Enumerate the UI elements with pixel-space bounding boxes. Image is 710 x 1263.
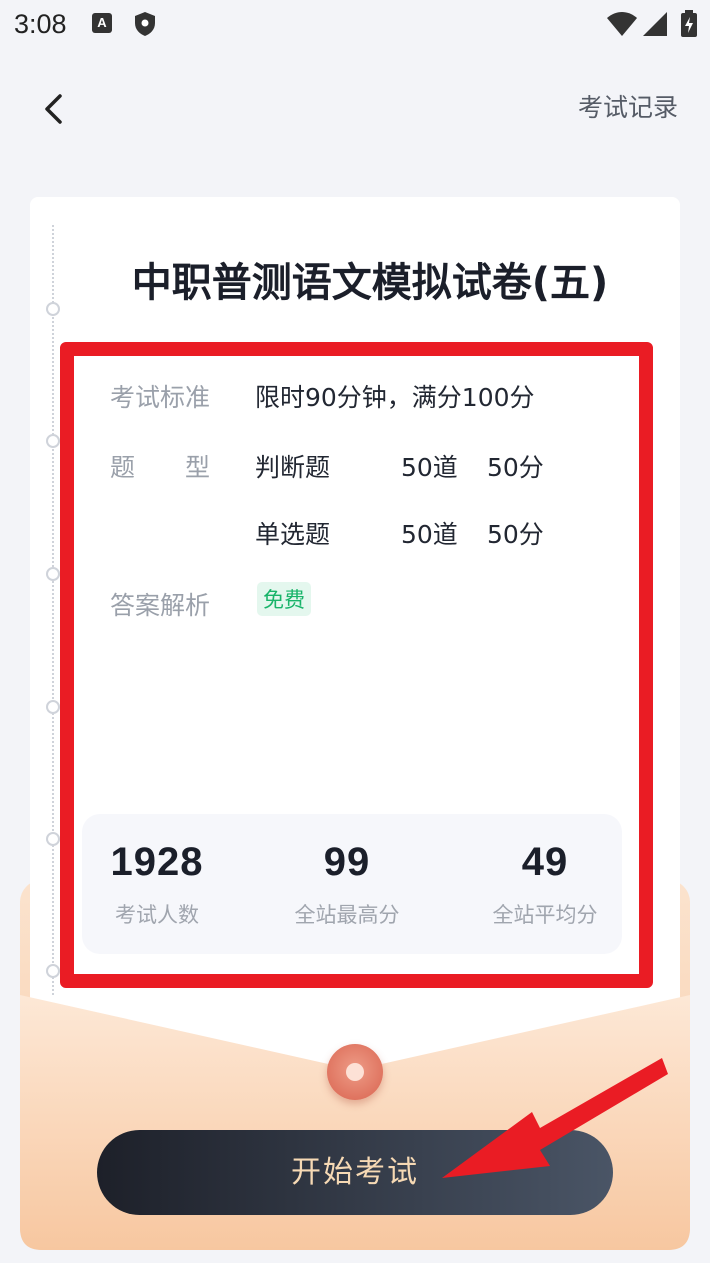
stat-value: 1928 — [110, 840, 204, 884]
header: 考试记录 — [0, 60, 710, 150]
free-badge: 免费 — [257, 582, 311, 616]
stat-value: 99 — [323, 840, 371, 884]
stat-highest-score: 99 全站最高分 — [257, 814, 437, 929]
chevron-left-icon — [45, 94, 62, 124]
exam-card — [30, 197, 680, 1102]
start-exam-button[interactable]: 开始考试 — [97, 1130, 613, 1215]
stats-panel: 1928 考试人数 99 全站最高分 49 全站平均分 — [82, 814, 622, 954]
standard-value: 限时90分钟，满分100分 — [255, 383, 535, 412]
envelope-seal — [327, 1044, 383, 1100]
stat-value: 49 — [521, 840, 569, 884]
timeline-dot — [46, 700, 60, 714]
timeline-dot — [46, 302, 60, 316]
a-notification-icon: A — [92, 13, 112, 33]
seal-center — [346, 1063, 364, 1081]
timeline-dot — [46, 964, 60, 978]
question-type-score: 50分 — [487, 453, 544, 482]
question-type-name: 判断题 — [255, 453, 331, 482]
wifi-icon — [607, 12, 637, 36]
stat-participants: 1928 考试人数 — [67, 814, 247, 929]
battery-icon — [681, 10, 697, 37]
stat-label: 全站最高分 — [294, 903, 400, 927]
timeline-dot — [46, 434, 60, 448]
paper-title: 中职普测语文模拟试卷(五) — [131, 260, 609, 306]
status-bar: 3:08 A — [0, 0, 710, 50]
timeline-dot — [46, 567, 60, 581]
exam-record-link[interactable]: 考试记录 — [578, 88, 678, 124]
timeline-dot — [46, 832, 60, 846]
stat-label: 全站平均分 — [492, 903, 598, 927]
signal-icon — [643, 12, 667, 36]
question-type-name: 单选题 — [255, 520, 331, 549]
stat-average-score: 49 全站平均分 — [455, 814, 635, 929]
question-type-count: 50道 — [401, 453, 458, 482]
question-type-count: 50道 — [401, 520, 458, 549]
status-time: 3:08 — [14, 9, 67, 39]
shield-icon — [135, 12, 155, 36]
question-type-score: 50分 — [487, 520, 544, 549]
standard-label: 考试标准 — [110, 383, 211, 412]
back-button[interactable] — [30, 84, 80, 134]
timeline-line — [52, 225, 54, 995]
question-type-label: 题 型 — [110, 453, 211, 482]
analysis-label: 答案解析 — [110, 591, 211, 620]
stat-label: 考试人数 — [115, 903, 199, 927]
